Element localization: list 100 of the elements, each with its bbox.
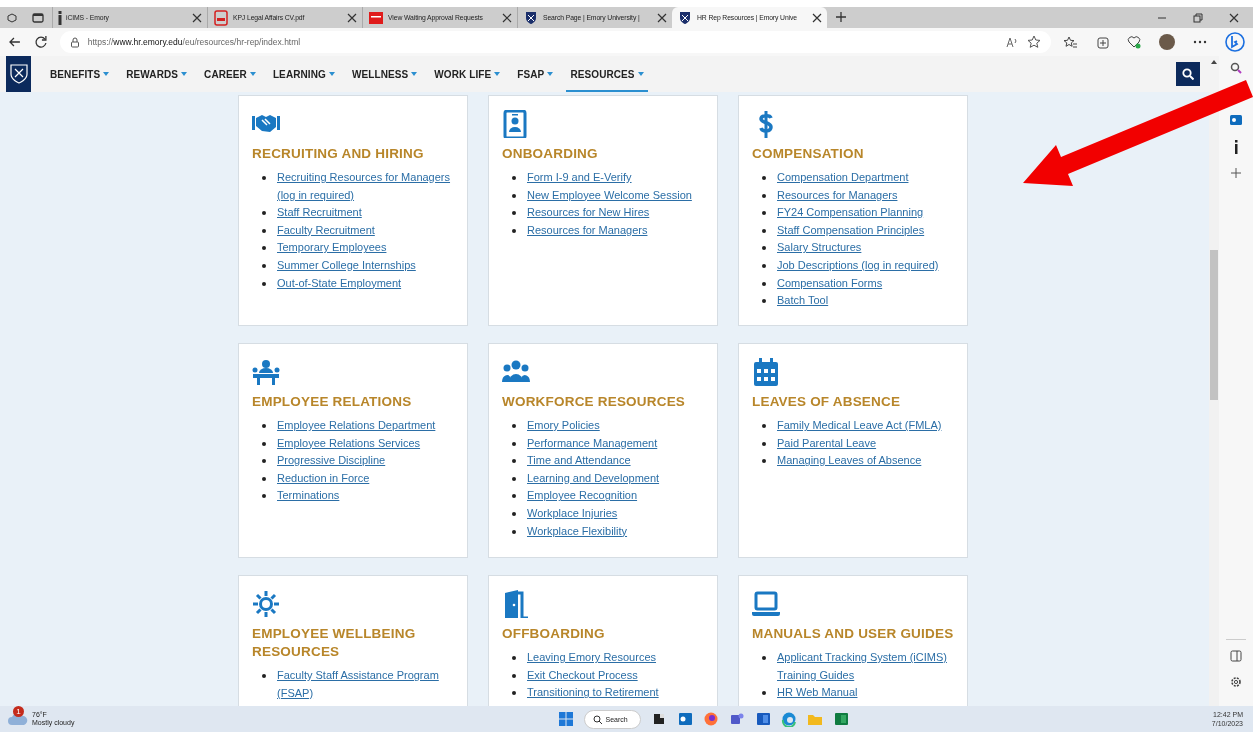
scroll-up-icon[interactable]	[1211, 60, 1217, 64]
nav-link[interactable]: BENEFITS	[46, 56, 114, 92]
sidebar-panel-icon[interactable]	[1230, 650, 1242, 662]
bullet	[762, 459, 766, 464]
settings-icon[interactable]	[1230, 676, 1242, 688]
info-icon[interactable]	[1233, 140, 1239, 154]
bullet	[512, 476, 516, 481]
resource-link[interactable]: Job Descriptions (log in required)	[777, 256, 955, 275]
resource-link[interactable]: Learning and Development	[527, 469, 705, 488]
close-icon[interactable]	[502, 12, 512, 23]
resource-link[interactable]: HR Web Manual	[777, 684, 955, 702]
nav-link[interactable]: FSAP	[513, 56, 558, 92]
caret-icon	[637, 72, 644, 76]
word-icon[interactable]	[754, 711, 771, 727]
resource-link[interactable]: Form I-9 and E-Verify	[527, 169, 705, 187]
windows-icon[interactable]	[557, 711, 574, 727]
resource-link[interactable]: Emory Policies	[527, 417, 705, 435]
resource-link[interactable]: Recruiting Resources for Managers (log in required)	[277, 169, 455, 205]
address-bar[interactable]: https://www.hr.emory.edu/eu/resources/hr-rep/index.html	[59, 31, 1051, 53]
resource-link[interactable]: New Employee Welcome Session	[527, 186, 705, 205]
read-aloud-icon[interactable]	[1005, 36, 1019, 48]
resource-link[interactable]: Resources for Managers	[777, 186, 955, 205]
edge-icon[interactable]	[780, 711, 797, 727]
firefox-icon[interactable]	[702, 711, 719, 727]
scroll-thumb[interactable]	[1210, 250, 1218, 400]
resource-link[interactable]: Batch Tool	[777, 292, 955, 310]
resource-link[interactable]: Workplace Flexibility	[527, 522, 705, 541]
scrollbar[interactable]	[1209, 92, 1219, 706]
excel-icon[interactable]	[832, 711, 849, 727]
info-icon	[58, 10, 62, 25]
profile-avatar[interactable]	[1159, 34, 1175, 50]
resource-link[interactable]: Managing Leaves of Absence	[777, 452, 955, 470]
resource-link[interactable]: Resources for Managers	[527, 221, 705, 240]
resource-link[interactable]: Compensation Department	[777, 169, 955, 187]
search-button[interactable]	[1176, 62, 1200, 86]
new-tab-icon[interactable]	[835, 10, 847, 23]
resource-link[interactable]: Exit Checkout Process	[527, 666, 705, 685]
door-icon	[502, 590, 530, 618]
search-icon[interactable]	[1230, 62, 1242, 74]
resource-link[interactable]: Family Medical Leave Act (FMLA)	[777, 417, 955, 435]
more-icon[interactable]	[1193, 40, 1207, 44]
close-icon[interactable]	[812, 12, 822, 23]
close-icon[interactable]	[1229, 12, 1239, 23]
resource-link[interactable]: Compensation Forms	[777, 274, 955, 293]
resource-link[interactable]: Resources for New Hires	[527, 204, 705, 222]
nav-link[interactable]: WORK LIFE	[430, 56, 505, 92]
resource-link[interactable]: Performance Management	[527, 434, 705, 453]
resource-link[interactable]: Employee Relations Services	[277, 434, 455, 453]
resource-link[interactable]: Applicant Tracking System (iCIMS) Training Guides	[777, 649, 955, 685]
resource-link[interactable]: Salary Structures	[777, 239, 955, 257]
resource-link[interactable]: Out-of-State Employment	[277, 274, 455, 293]
bing-icon[interactable]	[1225, 32, 1245, 52]
workspace-icon[interactable]	[6, 11, 18, 24]
health-icon[interactable]	[1127, 35, 1141, 49]
resource-link[interactable]: Faculty Recruitment	[277, 221, 455, 240]
resource-link[interactable]: Employee Relations Department	[277, 417, 455, 435]
favorites-icon[interactable]	[1063, 35, 1077, 49]
resource-link[interactable]: Staff Compensation Principles	[777, 221, 955, 240]
resource-link[interactable]: Summer College Internships	[277, 256, 455, 275]
bullet	[762, 299, 766, 304]
refresh-icon[interactable]	[33, 35, 48, 49]
nav-link[interactable]: WELLNESS	[347, 56, 422, 92]
resource-link[interactable]: Progressive Discipline	[277, 452, 455, 470]
close-icon[interactable]	[347, 12, 357, 23]
bullet	[512, 441, 516, 446]
resource-link[interactable]: Terminations	[277, 487, 455, 505]
add-icon[interactable]	[1231, 168, 1241, 178]
tab-actions-icon[interactable]	[32, 11, 44, 24]
calendar-icon	[752, 358, 780, 386]
star-icon[interactable]	[1027, 35, 1041, 49]
resource-link[interactable]: Leaving Emory Resources	[527, 649, 705, 667]
resource-link[interactable]: Staff Recruitment	[277, 204, 455, 222]
bullet	[512, 529, 516, 534]
outlook-icon[interactable]	[1230, 114, 1242, 126]
nav-link[interactable]: LEARNING	[268, 56, 339, 92]
resource-link[interactable]: Workplace Injuries	[527, 504, 705, 523]
resource-link[interactable]: Employee Recognition	[527, 487, 705, 505]
logo[interactable]	[6, 56, 31, 92]
nav-link[interactable]: CAREER	[200, 56, 260, 92]
resource-link[interactable]: Paid Parental Leave	[777, 434, 955, 453]
close-icon[interactable]	[192, 12, 202, 23]
resource-link[interactable]: Transitioning to Retirement	[527, 684, 705, 702]
resource-link[interactable]: Reduction in Force	[277, 469, 455, 488]
bullet	[262, 281, 266, 286]
resource-link[interactable]: FY24 Compensation Planning	[777, 204, 955, 222]
bullet	[512, 228, 516, 233]
url-text: https://www.hr.emory.edu/eu/resources/hr-rep/index.html	[87, 37, 302, 47]
resource-link[interactable]: Temporary Employees	[277, 239, 455, 257]
nav-link[interactable]: RESOURCES	[566, 56, 648, 92]
teams-icon[interactable]	[728, 711, 745, 727]
close-icon[interactable]	[657, 12, 667, 23]
outlook-icon[interactable]	[676, 711, 693, 727]
back-icon[interactable]	[8, 35, 22, 49]
collections-icon[interactable]	[1095, 35, 1109, 49]
shield-icon	[9, 64, 28, 84]
resource-link[interactable]: Faculty Staff Assistance Program (FSAP)	[277, 667, 455, 703]
restore-icon[interactable]	[1193, 12, 1203, 23]
caret-icon	[328, 72, 335, 76]
nav-link[interactable]: REWARDS	[122, 56, 192, 92]
resource-link[interactable]: Time and Attendance	[527, 452, 705, 470]
